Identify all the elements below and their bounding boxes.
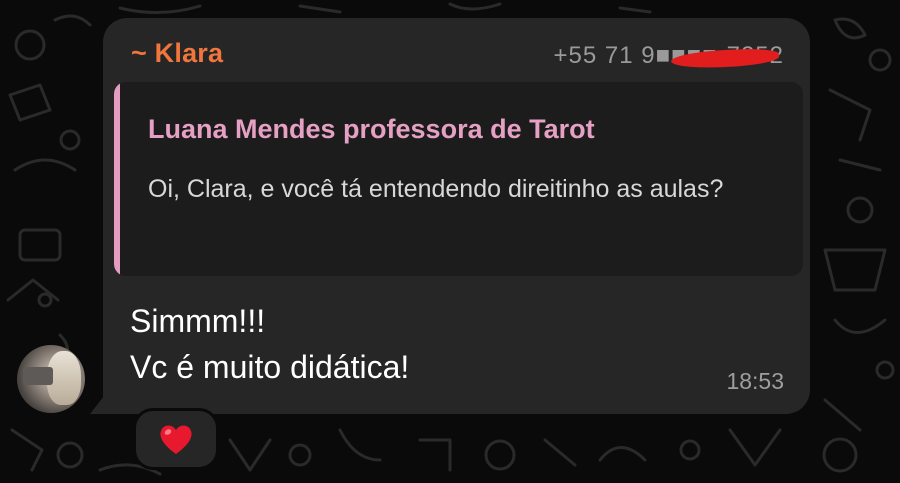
red-heart-icon: [160, 425, 192, 454]
message-line: Vc é muito didática!: [130, 349, 410, 385]
sender-name[interactable]: ~ Klara: [131, 38, 223, 69]
quoted-author: Luana Mendes professora de Tarot: [148, 114, 595, 144]
avatar-photo-detail: [23, 367, 53, 385]
quoted-message[interactable]: Luana Mendes professora de Tarot Oi, Cla…: [114, 82, 803, 276]
quoted-text: Oi, Clara, e você tá entendendo direitin…: [148, 175, 724, 203]
contact-avatar[interactable]: [17, 345, 85, 413]
message-line: Simmm!!!: [130, 303, 266, 339]
quote-accent-bar: [114, 82, 120, 276]
message-timestamp: 18:53: [726, 368, 784, 394]
reaction-badge[interactable]: [133, 408, 219, 470]
bubble-tail: [90, 396, 104, 414]
message-body: Simmm!!! Vc é muito didática!: [130, 298, 409, 390]
message-bubble[interactable]: ~ Klara +55 71 9■■■■-7252 Luana Mendes p…: [103, 18, 810, 414]
